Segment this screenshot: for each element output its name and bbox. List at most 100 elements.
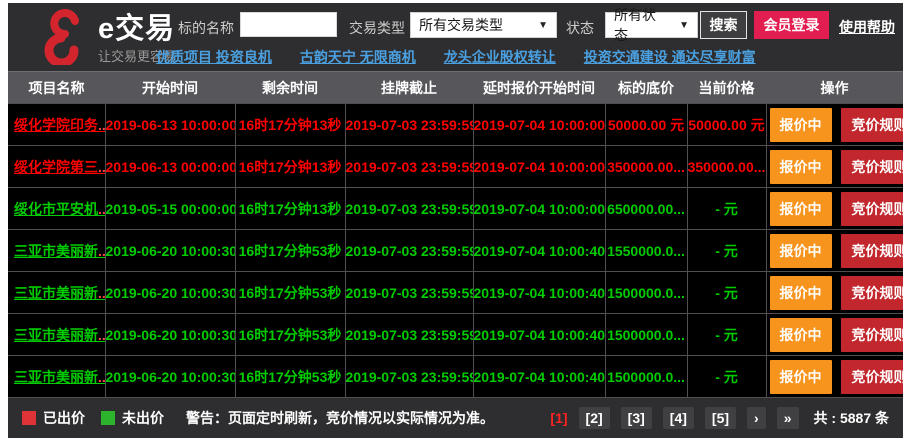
- project-name-link[interactable]: 绥化市平安机...: [14, 201, 105, 217]
- bid-rules-button[interactable]: 竞价规则: [841, 360, 903, 394]
- actions-cell: 报价中 竞价规则: [766, 356, 903, 398]
- search-button[interactable]: 搜索: [700, 11, 747, 39]
- bidding-status-button[interactable]: 报价中: [770, 192, 832, 226]
- current-price-cell: 50000.00 元: [687, 104, 766, 146]
- project-name-link[interactable]: 三亚市美丽新...: [14, 285, 105, 301]
- bid-rules-button[interactable]: 竞价规则: [841, 234, 903, 268]
- table-row: 绥化学院印务... 2019-06-13 10:00:00 16时17分钟13秒…: [8, 104, 903, 146]
- project-name-link[interactable]: 三亚市美丽新...: [14, 327, 105, 343]
- current-price-cell: - 元: [687, 314, 766, 356]
- base-price-cell: 1500000.0...: [605, 356, 687, 398]
- bidding-status-button[interactable]: 报价中: [770, 234, 832, 268]
- page-link-current[interactable]: [1]: [550, 410, 567, 426]
- bidding-status-button[interactable]: 报价中: [770, 150, 832, 184]
- subject-name-input[interactable]: [240, 12, 337, 37]
- actions-cell: 报价中 竞价规则: [766, 146, 903, 188]
- col-base-price: 标的底价: [605, 72, 687, 104]
- col-delayed-bid-start: 延时报价开始时间: [473, 72, 605, 104]
- remaining-time-cell: 16时17分钟53秒: [235, 272, 345, 314]
- table-row: 三亚市美丽新... 2019-06-20 10:00:30 16时17分钟53秒…: [8, 230, 903, 272]
- delayed-bid-start-cell: 2019-07-04 10:00:40: [473, 356, 605, 398]
- bid-color-swatch-icon: [22, 411, 36, 425]
- col-listing-deadline: 挂牌截止: [345, 72, 473, 104]
- base-price-cell: 1550000.0...: [605, 230, 687, 272]
- actions-cell: 报价中 竞价规则: [766, 188, 903, 230]
- current-price-cell: - 元: [687, 356, 766, 398]
- refresh-warning-text: 警告：页面定时刷新，竞价情况以实际情况为准。: [186, 408, 494, 428]
- start-time-cell: 2019-06-20 10:00:30: [105, 272, 235, 314]
- col-actions: 操作: [766, 72, 903, 104]
- help-link[interactable]: 使用帮助: [839, 17, 895, 37]
- next-page-button[interactable]: ›: [747, 407, 766, 429]
- bidding-status-button[interactable]: 报价中: [770, 108, 832, 142]
- footer: 已出价 未出价 警告：页面定时刷新，竞价情况以实际情况为准。 [1][2][3]…: [8, 398, 903, 437]
- current-price-cell: - 元: [687, 272, 766, 314]
- bid-rules-button[interactable]: 竞价规则: [841, 192, 903, 226]
- remaining-time-cell: 16时17分钟13秒: [235, 104, 345, 146]
- base-price-cell: 1500000.0...: [605, 314, 687, 356]
- total-count: 共 : 5887 条: [814, 408, 889, 428]
- trade-type-select[interactable]: 所有交易类型 ▼: [410, 12, 557, 38]
- pagination: [1] [2] [3] [4] [5] › » 共 : 5887 条: [550, 407, 889, 429]
- start-time-cell: 2019-06-20 10:00:30: [105, 356, 235, 398]
- logo-swirl-icon: [44, 9, 92, 70]
- col-start-time: 开始时间: [105, 72, 235, 104]
- col-project-name: 项目名称: [8, 72, 105, 104]
- bid-rules-button[interactable]: 竞价规则: [841, 318, 903, 352]
- subject-name-label: 标的名称: [178, 18, 234, 38]
- current-price-cell: - 元: [687, 188, 766, 230]
- no-bid-color-swatch-icon: [101, 411, 115, 425]
- actions-cell: 报价中 竞价规则: [766, 314, 903, 356]
- remaining-time-cell: 16时17分钟53秒: [235, 356, 345, 398]
- promo-link-4[interactable]: 投资交通建设 通达尽享财富: [584, 47, 756, 67]
- listing-deadline-cell: 2019-07-03 23:59:59: [345, 188, 473, 230]
- promo-link-3[interactable]: 龙头企业股权转让: [444, 47, 556, 67]
- listing-deadline-cell: 2019-07-03 23:59:59: [345, 272, 473, 314]
- page-link[interactable]: [2]: [579, 407, 610, 429]
- status-value: 所有状态: [614, 5, 669, 45]
- col-current-price: 当前价格: [687, 72, 766, 104]
- actions-cell: 报价中 竞价规则: [766, 272, 903, 314]
- header: e交易 让交易更容易 标的名称 交易类型 所有交易类型 ▼ 状态 所有状态 ▼ …: [8, 3, 903, 71]
- actions-cell: 报价中 竞价规则: [766, 104, 903, 146]
- base-price-cell: 650000.00...: [605, 188, 687, 230]
- remaining-time-cell: 16时17分钟13秒: [235, 188, 345, 230]
- table-row: 三亚市美丽新... 2019-06-20 10:00:30 16时17分钟53秒…: [8, 356, 903, 398]
- project-name-link[interactable]: 绥化学院第三...: [14, 159, 105, 175]
- table-header: 项目名称 开始时间 剩余时间 挂牌截止 延时报价开始时间 标的底价 当前价格 操…: [8, 72, 903, 104]
- base-price-cell: 50000.00 元: [605, 104, 687, 146]
- base-price-cell: 350000.00...: [605, 146, 687, 188]
- promo-link-2[interactable]: 古韵天宁 无限商机: [300, 47, 416, 67]
- delayed-bid-start-cell: 2019-07-04 10:00:00: [473, 146, 605, 188]
- last-page-button[interactable]: »: [777, 407, 799, 429]
- bid-rules-button[interactable]: 竞价规则: [841, 276, 903, 310]
- bidding-status-button[interactable]: 报价中: [770, 318, 832, 352]
- listing-deadline-cell: 2019-07-03 23:59:59: [345, 104, 473, 146]
- project-name-link[interactable]: 三亚市美丽新...: [14, 243, 105, 259]
- bid-rules-button[interactable]: 竞价规则: [841, 108, 903, 142]
- col-remaining-time: 剩余时间: [235, 72, 345, 104]
- bidding-status-button[interactable]: 报价中: [770, 360, 832, 394]
- page-link[interactable]: [4]: [663, 407, 694, 429]
- status-label: 状态: [566, 18, 594, 38]
- table-row: 三亚市美丽新... 2019-06-20 10:00:30 16时17分钟53秒…: [8, 272, 903, 314]
- project-name-link[interactable]: 三亚市美丽新...: [14, 369, 105, 385]
- promo-link-1[interactable]: 优质项目 投资良机: [156, 47, 272, 67]
- bidding-status-button[interactable]: 报价中: [770, 276, 832, 310]
- page-link[interactable]: [3]: [621, 407, 652, 429]
- page-link[interactable]: [5]: [705, 407, 736, 429]
- project-name-link[interactable]: 绥化学院印务...: [14, 117, 105, 133]
- listings-table: 项目名称 开始时间 剩余时间 挂牌截止 延时报价开始时间 标的底价 当前价格 操…: [8, 71, 903, 398]
- promo-links: 优质项目 投资良机 古韵天宁 无限商机 龙头企业股权转让 投资交通建设 通达尽享财富: [156, 47, 756, 67]
- status-select[interactable]: 所有状态 ▼: [605, 12, 698, 38]
- delayed-bid-start-cell: 2019-07-04 10:00:00: [473, 188, 605, 230]
- legend-bid-label: 已出价: [43, 408, 85, 428]
- bid-rules-button[interactable]: 竞价规则: [841, 150, 903, 184]
- delayed-bid-start-cell: 2019-07-04 10:00:40: [473, 230, 605, 272]
- member-login-button[interactable]: 会员登录: [754, 11, 829, 39]
- delayed-bid-start-cell: 2019-07-04 10:00:40: [473, 272, 605, 314]
- table-row: 绥化市平安机... 2019-05-15 00:00:00 16时17分钟13秒…: [8, 188, 903, 230]
- actions-cell: 报价中 竞价规则: [766, 230, 903, 272]
- table-row: 绥化学院第三... 2019-06-13 00:00:00 16时17分钟13秒…: [8, 146, 903, 188]
- delayed-bid-start-cell: 2019-07-04 10:00:00: [473, 104, 605, 146]
